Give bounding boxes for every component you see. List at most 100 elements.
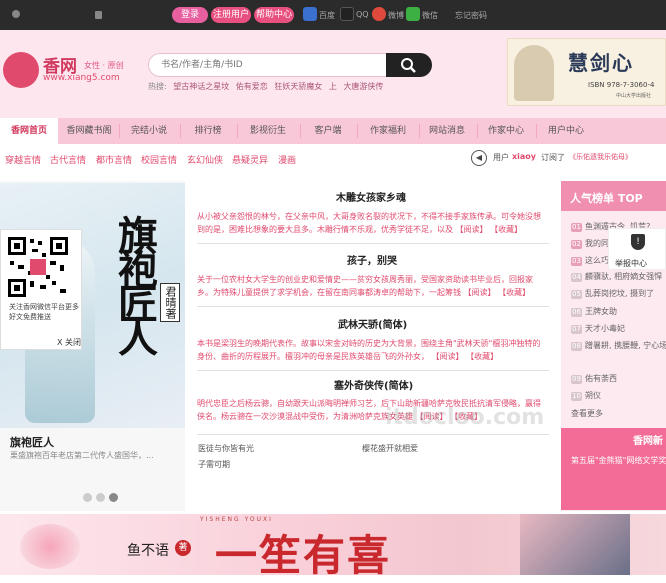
search-button[interactable]: [386, 53, 432, 77]
wechat-qr-popup: 关注香网微信平台更多好文免费推送 X 关闭: [0, 229, 82, 350]
ad-isbn: ISBN 978-7-3060-4: [588, 81, 655, 89]
report-center-button[interactable]: ! 举报中心: [608, 228, 666, 270]
ranking-title: 人气榜单 TOP: [570, 192, 643, 205]
weibo-label[interactable]: 微博: [388, 10, 404, 21]
rank-title: 天才小毒妃: [585, 324, 625, 333]
nav-divider: [357, 124, 358, 138]
logo-icon[interactable]: [3, 52, 39, 88]
favorite-link[interactable]: 【收藏】: [498, 288, 530, 297]
rank-item[interactable]: 04 麟骥驮, 相府嫡女强悍: [571, 271, 662, 282]
ad-title: 慧剑心: [568, 51, 634, 75]
rank-number: 03: [571, 257, 582, 266]
notice-book[interactable]: 《乐佑遗我乐佑母》: [569, 152, 632, 162]
favorite-link[interactable]: 【收藏】: [490, 225, 522, 234]
banner-figure: [520, 514, 630, 575]
category-link[interactable]: 古代言情: [50, 153, 86, 166]
nav-item-client[interactable]: 客户端: [301, 118, 355, 144]
forgot-password-link[interactable]: 忘记密码: [455, 10, 487, 21]
carousel-dot[interactable]: [109, 493, 118, 502]
wechat-icon[interactable]: [406, 7, 420, 21]
rank-item[interactable]: 10 朔仪: [571, 390, 601, 401]
category-link[interactable]: 都市言情: [96, 153, 132, 166]
hot-term[interactable]: 大唐游侠传: [343, 82, 383, 91]
logo-url: www.xiang5.com: [43, 73, 120, 83]
rank-number: 01: [571, 223, 582, 232]
rank-number: 06: [571, 308, 582, 317]
category-link[interactable]: 漫画: [278, 153, 296, 166]
header-ad-banner[interactable]: 慧剑心 ISBN 978-7-3060-4 中山大学出版社: [507, 38, 666, 106]
favorite-link[interactable]: 【收藏】: [466, 352, 498, 361]
shield-icon: !: [631, 234, 645, 250]
nav-item-completed[interactable]: 完结小说: [120, 118, 178, 144]
banner-author-suffix: 著: [175, 540, 191, 556]
notice-user-label: 用户: [493, 153, 509, 162]
book-desc: 从小被父亲怨恨的林兮，在父亲中风，大哥身败名裂的状况下，不得不接手家族传承。可令…: [197, 210, 547, 236]
nav-item-writer-benefits[interactable]: 作家福利: [359, 118, 417, 144]
weibo-icon[interactable]: [372, 7, 386, 21]
book-link[interactable]: 医徒与你皆有光: [198, 443, 254, 454]
hot-term[interactable]: 佑有爱恋: [236, 82, 268, 91]
bottom-ad-banner[interactable]: 鱼不语 著 YISHENG YOUXI 一笙有喜: [0, 514, 666, 580]
category-link[interactable]: 穿越言情: [5, 153, 41, 166]
rank-item[interactable]: 06 王牌女助: [571, 306, 617, 317]
user-icon: [12, 10, 20, 18]
carousel-dot[interactable]: [96, 493, 105, 502]
baidu-label[interactable]: 百度: [319, 10, 335, 21]
notice-subscribed: 订阅了: [541, 153, 565, 162]
qq-icon[interactable]: [340, 7, 354, 21]
hot-term[interactable]: 上: [329, 82, 337, 91]
book-link[interactable]: 樱花盛开就相爱: [362, 443, 418, 454]
featured-book-title[interactable]: 旗袍匠人: [10, 434, 54, 450]
rank-title: 乱葬岗挖坟, 摄到了: [585, 289, 655, 298]
rank-number: 05: [571, 290, 582, 299]
category-link[interactable]: 校园言情: [141, 153, 177, 166]
book-link[interactable]: 子需可期: [198, 459, 230, 470]
baidu-icon[interactable]: [303, 7, 317, 21]
book-title[interactable]: 木雕女孩家乡魂: [336, 189, 406, 204]
hot-search-label: 热搜:: [148, 82, 167, 91]
qr-caption: 关注香网微信平台更多好文免费推送: [9, 303, 79, 321]
carousel-dot[interactable]: [83, 493, 92, 502]
nav-item-user-center[interactable]: 用户中心: [537, 118, 595, 144]
lock-icon: [95, 11, 102, 19]
wechat-label[interactable]: 微信: [422, 10, 438, 21]
notice-user-name[interactable]: xiaoy: [512, 152, 536, 161]
nav-item-writer-center[interactable]: 作家中心: [478, 118, 534, 144]
speaker-icon[interactable]: ◀: [471, 150, 487, 166]
read-link[interactable]: 【阅读】: [432, 352, 464, 361]
login-button[interactable]: 登录: [172, 7, 208, 23]
category-link[interactable]: 玄幻仙侠: [187, 153, 223, 166]
nav-item-ranking[interactable]: 排行榜: [182, 118, 234, 144]
nav-item-film[interactable]: 影视衍生: [238, 118, 298, 144]
rank-title: 朔仪: [585, 391, 601, 400]
rank-item[interactable]: 07 天才小毒妃: [571, 323, 625, 334]
nav-item-home[interactable]: 香网首页: [0, 118, 58, 144]
rank-item[interactable]: 09 佑有荼西: [571, 373, 617, 384]
qq-label[interactable]: QQ: [356, 10, 369, 19]
read-link[interactable]: 【阅读】: [456, 225, 488, 234]
category-link[interactable]: 悬疑灵异: [232, 153, 268, 166]
book-title[interactable]: 塞外奇侠传(简体): [334, 377, 413, 392]
qr-code-icon: [6, 235, 70, 299]
nav-item-news[interactable]: 网站消息: [420, 118, 474, 144]
help-button[interactable]: 帮助中心: [254, 7, 294, 23]
rank-number: 02: [571, 240, 582, 249]
search-input[interactable]: [148, 53, 388, 77]
book-title[interactable]: 武林天骄(简体): [338, 316, 407, 331]
hot-term[interactable]: 望古神话之星坟: [173, 82, 229, 91]
rank-number: 07: [571, 325, 582, 334]
register-button[interactable]: 注册用户: [211, 7, 251, 23]
read-link[interactable]: 【阅读】: [464, 288, 496, 297]
hot-term[interactable]: 狂妖天骄魔女: [274, 82, 322, 91]
qr-close-button[interactable]: X 关闭: [57, 337, 81, 348]
nav-item-library[interactable]: 香网藏书阁: [60, 118, 118, 144]
banner-title: 一笙有喜: [215, 531, 392, 580]
rank-item[interactable]: 08 蹭暑耕, 携腰鞭, 宁心场: [571, 340, 666, 351]
divider: [197, 370, 549, 371]
rank-number: 09: [571, 375, 582, 384]
cover-title: 旗袍匠人: [111, 215, 158, 351]
rank-more-link[interactable]: 查看更多: [571, 408, 603, 419]
ad-publisher: 中山大学出版社: [616, 93, 652, 99]
book-title[interactable]: 孩子，别哭: [347, 252, 397, 267]
rank-item[interactable]: 05 乱葬岗挖坟, 摄到了: [571, 288, 654, 299]
